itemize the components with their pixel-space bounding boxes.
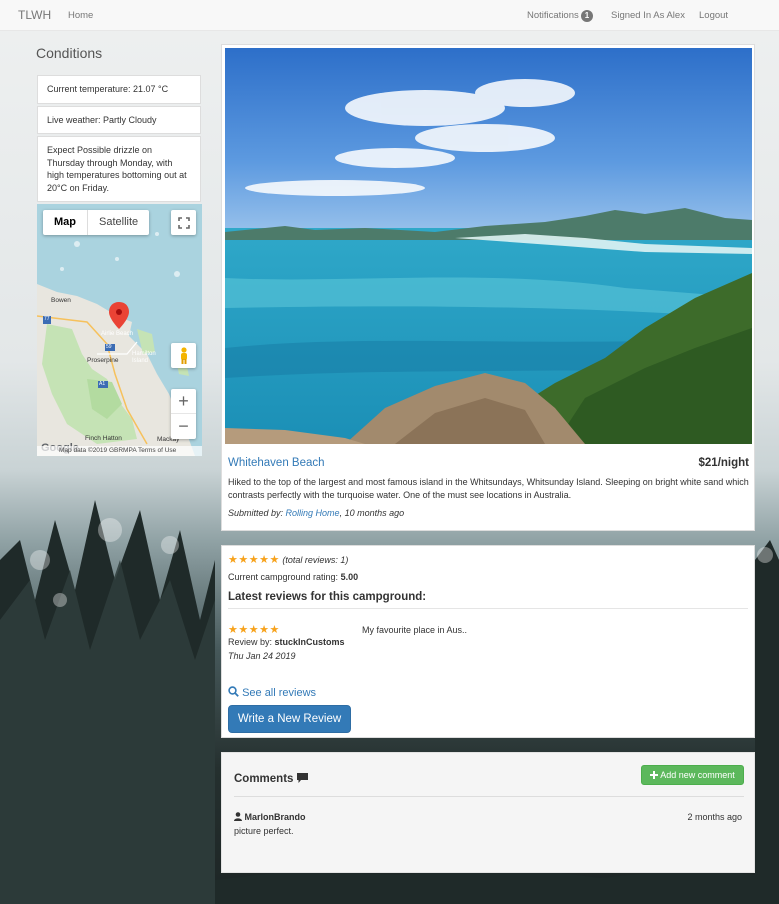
current-rating-value: 5.00 (340, 572, 359, 582)
plus-icon (650, 770, 659, 779)
divider (228, 608, 748, 609)
map-road-59: 59 (106, 344, 112, 350)
map-label-airlie-beach: Airlie Beach (101, 331, 134, 337)
notifications-link[interactable]: Notifications 1 (527, 10, 594, 22)
campground-map[interactable]: Bowen Airlie Beach Proserpine Hamilton I… (37, 204, 202, 456)
current-rating: Current campground rating: 5.00 (228, 572, 358, 582)
zoom-out-button[interactable]: − (171, 414, 196, 439)
map-label-hamilton-island: Hamilton Island (132, 351, 156, 364)
rating-stars-icon: ★★★★★ (228, 554, 280, 566)
comments-panel: Comments Add new comment MarlonBrando 2 … (221, 752, 755, 873)
campground-name-link[interactable]: Whitehaven Beach (228, 457, 325, 469)
map-road-a1: A1 (99, 381, 106, 387)
comment-icon (296, 773, 308, 783)
notifications-label: Notifications (527, 10, 579, 21)
signed-in-user-link[interactable]: Signed In As Alex (611, 10, 685, 21)
comment-time: 2 months ago (687, 812, 742, 822)
divider (234, 796, 744, 797)
user-icon (234, 812, 242, 821)
add-comment-button[interactable]: Add new comment (641, 765, 744, 785)
zoom-in-button[interactable]: + (171, 389, 196, 414)
map-tab-map[interactable]: Map (43, 210, 87, 235)
review-stars-icon: ★★★★★ (228, 624, 280, 636)
map-attribution[interactable]: Map data ©2019 GBRMPA Terms of Use (37, 446, 202, 456)
conditions-list: Current temperature: 21.07 °C Live weath… (37, 75, 201, 204)
write-review-button[interactable]: Write a New Review (228, 705, 351, 733)
current-temperature: Current temperature: 21.07 °C (37, 75, 201, 104)
submitted-time: , 10 months ago (339, 508, 405, 518)
notification-count-badge: 1 (580, 10, 594, 22)
review-date: Thu Jan 24 2019 (228, 651, 296, 661)
review-author-name: stuckInCustoms (274, 637, 345, 647)
see-all-reviews-label: See all reviews (242, 687, 317, 699)
latest-reviews-heading: Latest reviews for this campground: (228, 591, 427, 603)
campground-card: Whitehaven Beach $21/night Hiked to the … (221, 44, 755, 531)
reviews-panel: ★★★★★ (total reviews: 1) Current campgro… (221, 545, 755, 738)
comment-text: picture perfect. (234, 826, 294, 836)
review-author: Review by: stuckInCustoms (228, 637, 345, 647)
current-rating-label: Current campground rating: (228, 572, 341, 582)
author-link[interactable]: Rolling Home (286, 508, 340, 518)
zoom-controls: + − (171, 389, 196, 439)
fullscreen-button[interactable] (171, 210, 196, 235)
see-all-reviews-link[interactable]: See all reviews (228, 686, 316, 699)
pegman-icon (180, 346, 187, 364)
total-reviews: (total reviews: 1) (282, 555, 349, 565)
live-weather: Live weather: Partly Cloudy (37, 105, 201, 134)
brand-link[interactable]: TLWH (18, 8, 51, 22)
fullscreen-icon (177, 216, 190, 229)
map-type-tabs: Map Satellite (43, 210, 150, 235)
comment-author-name: MarlonBrando (244, 812, 306, 822)
submitted-by: Submitted by: Rolling Home, 10 months ag… (228, 508, 404, 518)
conditions-title: Conditions (36, 45, 103, 61)
logout-link[interactable]: Logout (699, 10, 728, 21)
campground-photo (225, 48, 752, 444)
campground-price: $21/night (698, 457, 749, 469)
top-navbar: TLWH Home Notifications 1 Signed In As Al… (0, 0, 779, 31)
map-label-finch-hatton: Finch Hatton (85, 435, 122, 442)
comment-author: MarlonBrando (234, 812, 306, 822)
submitted-by-label: Submitted by: (228, 508, 286, 518)
map-label-bowen: Bowen (51, 297, 71, 304)
campground-description: Hiked to the top of the largest and most… (228, 477, 749, 500)
weather-forecast: Expect Possible drizzle on Thursday thro… (37, 136, 201, 202)
nav-home-link[interactable]: Home (68, 10, 93, 21)
comments-title: Comments (234, 773, 294, 785)
review-text: My favourite place in Aus.. (362, 625, 468, 635)
street-view-button[interactable] (171, 343, 196, 368)
add-comment-label: Add new comment (660, 770, 735, 780)
rating-summary: ★★★★★ (total reviews: 1) (228, 553, 348, 566)
review-by-label: Review by: (228, 637, 275, 647)
map-road-77: 77 (44, 316, 50, 322)
map-tab-satellite[interactable]: Satellite (87, 210, 149, 235)
search-icon (228, 686, 239, 697)
comments-heading: Comments (234, 773, 308, 785)
map-label-proserpine: Proserpine (87, 357, 119, 364)
